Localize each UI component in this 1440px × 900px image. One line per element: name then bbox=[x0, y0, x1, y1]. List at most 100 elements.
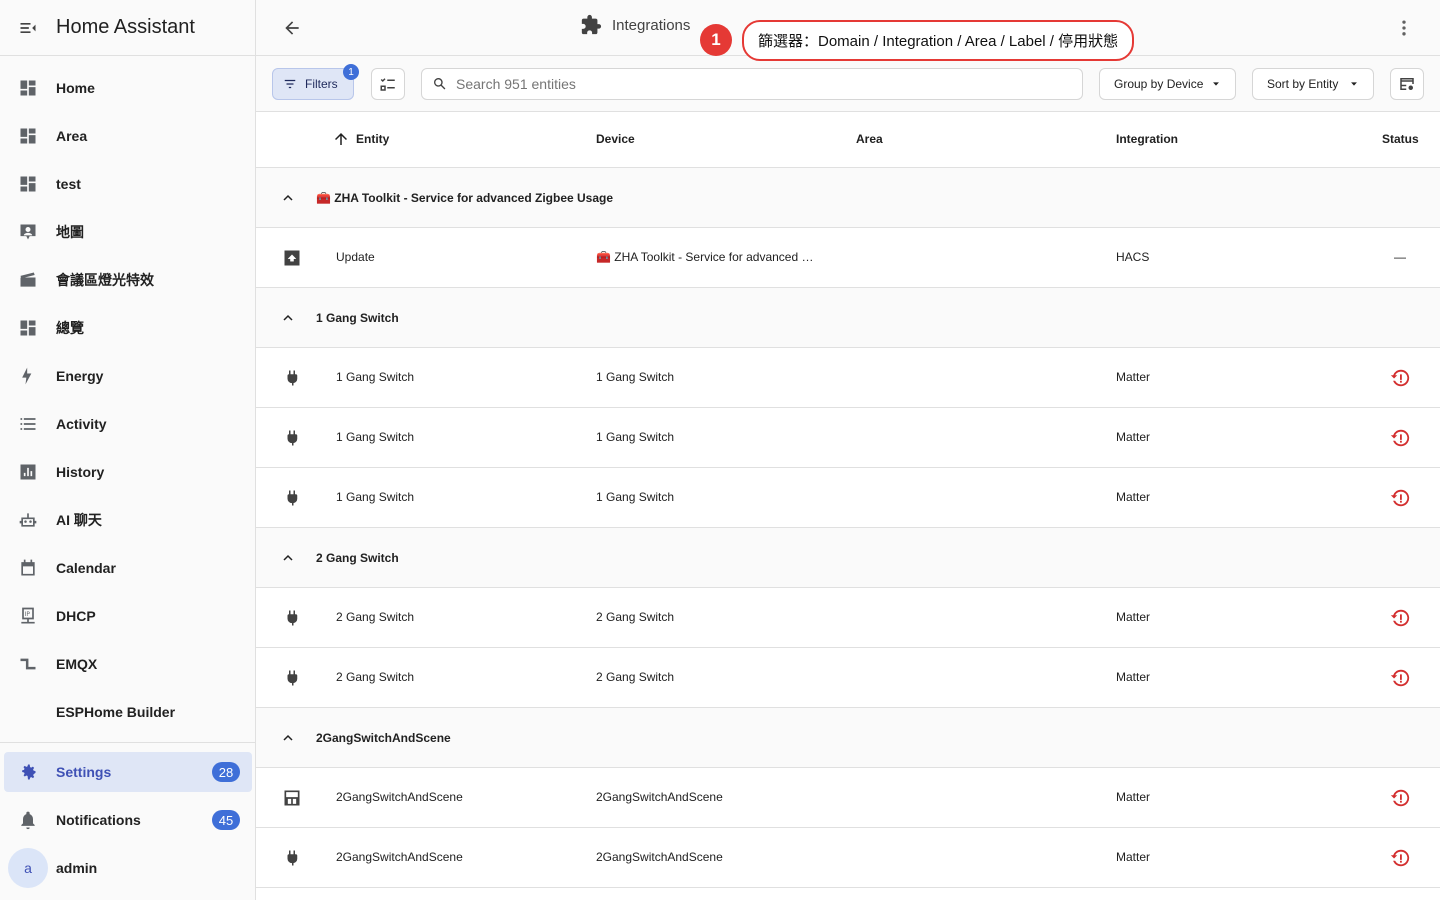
chevron-up-icon[interactable] bbox=[282, 732, 294, 744]
sidebar-item-overview[interactable]: 總覽 bbox=[4, 308, 252, 348]
restore-alert-icon[interactable] bbox=[1388, 666, 1412, 690]
restore-alert-icon[interactable] bbox=[1388, 606, 1412, 630]
cell-device: 2 Gang Switch bbox=[596, 610, 675, 624]
dashboard-icon bbox=[4, 174, 52, 194]
table-row[interactable]: Update 🧰 ZHA Toolkit - Service for advan… bbox=[256, 228, 1440, 288]
restore-alert-icon[interactable] bbox=[1388, 486, 1412, 510]
sidebar-item-area[interactable]: Area bbox=[4, 116, 252, 156]
sidebar-item-label: AI 聊天 bbox=[56, 512, 102, 528]
calendar-icon bbox=[4, 558, 52, 578]
filters-badge: 1 bbox=[343, 64, 359, 80]
annotation-number: 1 bbox=[700, 24, 732, 56]
group-header[interactable]: 2 Gang Switch bbox=[256, 528, 1440, 588]
chevron-up-icon[interactable] bbox=[282, 552, 294, 564]
page-title-text: Integrations bbox=[612, 16, 691, 34]
power-plug-icon bbox=[282, 488, 302, 508]
toolbar: Filters 1 Group by Device Sort by Entity bbox=[256, 56, 1440, 112]
notifications-badge: 45 bbox=[212, 810, 240, 830]
back-button[interactable] bbox=[276, 14, 308, 42]
column-header-entity[interactable]: Entity bbox=[332, 130, 389, 148]
selection-mode-button[interactable] bbox=[371, 68, 405, 100]
sidebar-item-label: Notifications bbox=[56, 812, 141, 828]
sidebar-item-notifications[interactable]: Notifications 45 bbox=[4, 800, 252, 840]
sidebar-item-settings[interactable]: Settings 28 bbox=[4, 752, 252, 792]
pipe-icon bbox=[4, 654, 52, 674]
filters-button[interactable]: Filters bbox=[272, 68, 354, 100]
search-input[interactable] bbox=[456, 76, 1056, 92]
restore-alert-icon[interactable] bbox=[1388, 846, 1412, 870]
ip-network-icon: IP bbox=[4, 606, 52, 626]
avatar: a bbox=[8, 848, 48, 888]
table-row[interactable]: 1 Gang Switch 1 Gang Switch Matter bbox=[256, 408, 1440, 468]
group-title: 1 Gang Switch bbox=[316, 310, 399, 325]
column-header-integration[interactable]: Integration bbox=[1116, 132, 1178, 146]
sidebar-item-activity[interactable]: Activity bbox=[4, 404, 252, 444]
sidebar-item-lighting[interactable]: 會議區燈光特效 bbox=[4, 260, 252, 300]
group-title: 2GangSwitchAndScene bbox=[316, 730, 451, 745]
sidebar-item-test[interactable]: test bbox=[4, 164, 252, 204]
sidebar-item-ai-chat[interactable]: AI 聊天 bbox=[4, 500, 252, 540]
overflow-menu-button[interactable] bbox=[1388, 14, 1420, 42]
search-bar[interactable] bbox=[421, 68, 1083, 100]
group-header[interactable]: 1 Gang Switch bbox=[256, 288, 1440, 348]
restore-alert-icon[interactable] bbox=[1388, 366, 1412, 390]
table-row[interactable]: 1 Gang Switch 1 Gang Switch Matter bbox=[256, 348, 1440, 408]
arrow-up-icon bbox=[335, 133, 347, 145]
table-row[interactable]: 1 Gang Switch 1 Gang Switch Matter bbox=[256, 468, 1440, 528]
table-row[interactable]: 2GangSwitchAndScene 2GangSwitchAndScene … bbox=[256, 768, 1440, 828]
sidebar-item-energy[interactable]: Energy bbox=[4, 356, 252, 396]
chevron-up-icon[interactable] bbox=[282, 192, 294, 204]
sort-by-dropdown[interactable]: Sort by Entity bbox=[1252, 68, 1374, 100]
chevron-up-icon[interactable] bbox=[282, 312, 294, 324]
group-header[interactable]: 2GangSwitchAndScene bbox=[256, 708, 1440, 768]
sidebar-item-esphome[interactable]: ESPHome Builder bbox=[4, 692, 252, 732]
settings-badge: 28 bbox=[212, 762, 240, 782]
table-row[interactable]: 2 Gang Switch 2 Gang Switch Matter bbox=[256, 588, 1440, 648]
caret-down-icon bbox=[1213, 82, 1219, 86]
table-cog-icon bbox=[1400, 78, 1414, 90]
sidebar-item-label: Activity bbox=[56, 416, 107, 432]
column-header-label: Entity bbox=[356, 132, 390, 146]
power-plug-icon bbox=[282, 608, 302, 628]
sidebar-item-label: Settings bbox=[56, 764, 112, 780]
sidebar-header: Home Assistant bbox=[0, 0, 255, 56]
format-list-icon bbox=[4, 414, 52, 434]
cell-entity: 2GangSwitchAndScene bbox=[336, 850, 463, 864]
sidebar-item-calendar[interactable]: Calendar bbox=[4, 548, 252, 588]
column-header-device[interactable]: Device bbox=[596, 132, 635, 146]
power-plug-icon bbox=[282, 368, 302, 388]
chart-box-icon bbox=[4, 462, 52, 482]
cell-status: — bbox=[1394, 250, 1406, 264]
cell-entity: 2 Gang Switch bbox=[336, 610, 415, 624]
restore-alert-icon[interactable] bbox=[1388, 786, 1412, 810]
gear-icon bbox=[4, 762, 52, 782]
dashboard-icon bbox=[4, 126, 52, 146]
sidebar-item-user[interactable]: a admin bbox=[4, 848, 252, 888]
table-row[interactable]: 2 Gang Switch 2 Gang Switch Matter bbox=[256, 648, 1440, 708]
column-header-status[interactable]: Status bbox=[1382, 132, 1419, 146]
restore-alert-icon[interactable] bbox=[1388, 426, 1412, 450]
cell-device: 2GangSwitchAndScene bbox=[596, 850, 723, 864]
sidebar-item-label: Area bbox=[56, 128, 88, 144]
cell-entity: 1 Gang Switch bbox=[336, 430, 415, 444]
column-header-area[interactable]: Area bbox=[856, 132, 883, 146]
table-settings-button[interactable] bbox=[1390, 68, 1424, 100]
menu-icon[interactable] bbox=[0, 18, 56, 38]
cell-entity: 1 Gang Switch bbox=[336, 370, 415, 384]
sidebar-item-history[interactable]: History bbox=[4, 452, 252, 492]
group-by-dropdown[interactable]: Group by Device bbox=[1099, 68, 1236, 100]
sidebar-item-label: 地圖 bbox=[56, 224, 84, 240]
robot-icon bbox=[4, 510, 52, 530]
cell-device: 🧰 ZHA Toolkit - Service for advanced … bbox=[596, 250, 814, 264]
sidebar-item-emqx[interactable]: EMQX bbox=[4, 644, 252, 684]
group-header[interactable]: 🧰 ZHA Toolkit - Service for advanced Zig… bbox=[256, 168, 1440, 228]
sidebar-item-map[interactable]: 地圖 bbox=[4, 212, 252, 252]
checklist-icon bbox=[380, 78, 395, 91]
cell-integration: Matter bbox=[1116, 850, 1151, 864]
arrow-left-icon bbox=[285, 21, 299, 35]
sidebar-item-dhcp[interactable]: IP DHCP bbox=[4, 596, 252, 636]
sidebar-item-home[interactable]: Home bbox=[4, 68, 252, 108]
cell-integration: Matter bbox=[1116, 490, 1151, 504]
table-row[interactable]: 2GangSwitchAndScene 2GangSwitchAndScene … bbox=[256, 828, 1440, 888]
sort-by-label: Sort by Entity bbox=[1267, 77, 1339, 91]
